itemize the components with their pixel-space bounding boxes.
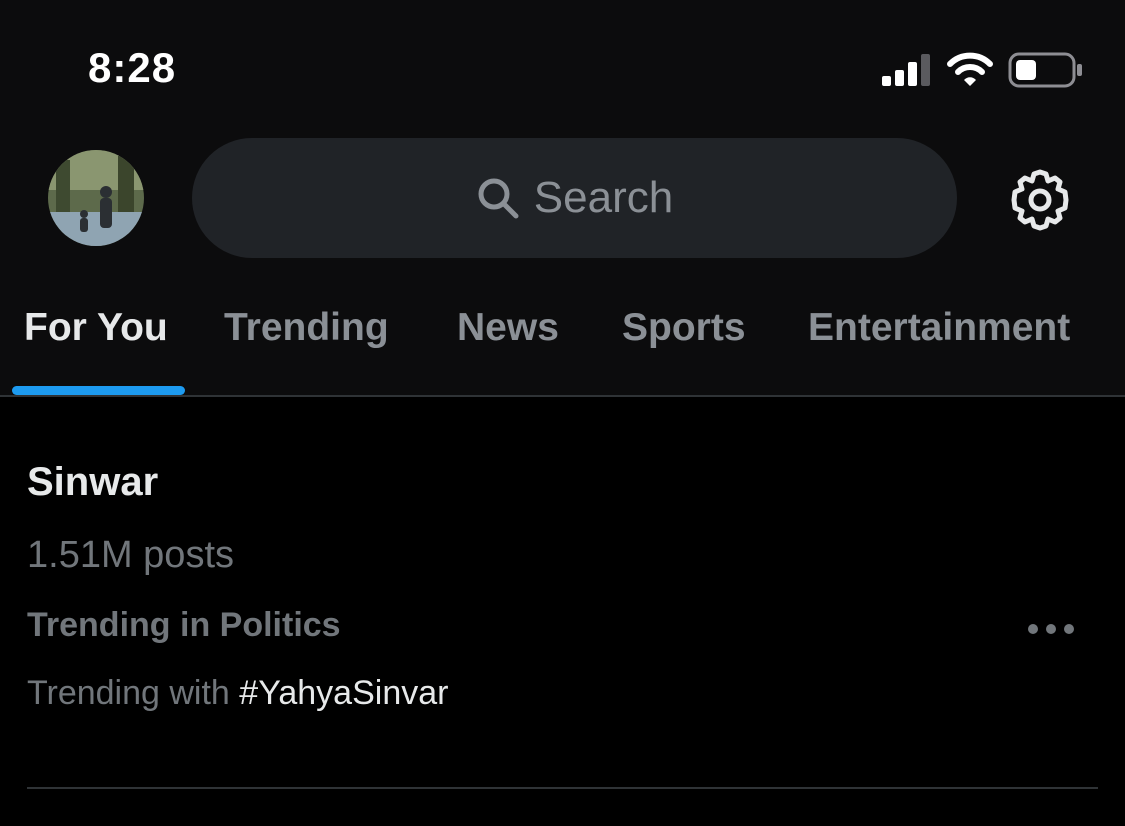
tab-trending[interactable]: Trending <box>224 306 389 350</box>
avatar-photo <box>48 150 144 246</box>
status-time: 8:28 <box>88 44 177 91</box>
tabs-divider <box>0 395 1125 397</box>
tab-for-you[interactable]: For You <box>24 306 168 350</box>
more-options-icon[interactable] <box>1022 612 1080 646</box>
wifi-icon <box>947 52 993 86</box>
battery-icon <box>1008 52 1082 88</box>
explore-screen: 8:28 Search For You Trending News Sports… <box>0 0 1125 826</box>
trend-title: Sinwar <box>27 460 159 504</box>
gear-icon[interactable] <box>1006 166 1074 234</box>
trend-related: Trending with #YahyaSinvar <box>27 674 448 713</box>
trend-related-prefix: Trending with <box>27 674 230 712</box>
trend-divider <box>27 787 1098 789</box>
search-bar[interactable]: Search <box>192 138 957 258</box>
tab-news[interactable]: News <box>457 306 559 350</box>
tab-sports[interactable]: Sports <box>622 306 746 350</box>
active-tab-indicator <box>12 386 185 395</box>
cellular-signal-icon <box>882 54 930 86</box>
search-placeholder: Search <box>533 173 674 222</box>
more-dot <box>1064 624 1074 634</box>
more-dot <box>1046 624 1056 634</box>
more-dot <box>1028 624 1038 634</box>
trend-category: Trending in Politics <box>27 606 341 644</box>
trend-hashtag-link[interactable]: #YahyaSinvar <box>239 674 448 712</box>
profile-avatar[interactable] <box>48 150 144 246</box>
trend-post-count: 1.51M posts <box>27 534 234 576</box>
tab-entertainment[interactable]: Entertainment <box>808 306 1070 350</box>
search-icon <box>478 178 519 219</box>
